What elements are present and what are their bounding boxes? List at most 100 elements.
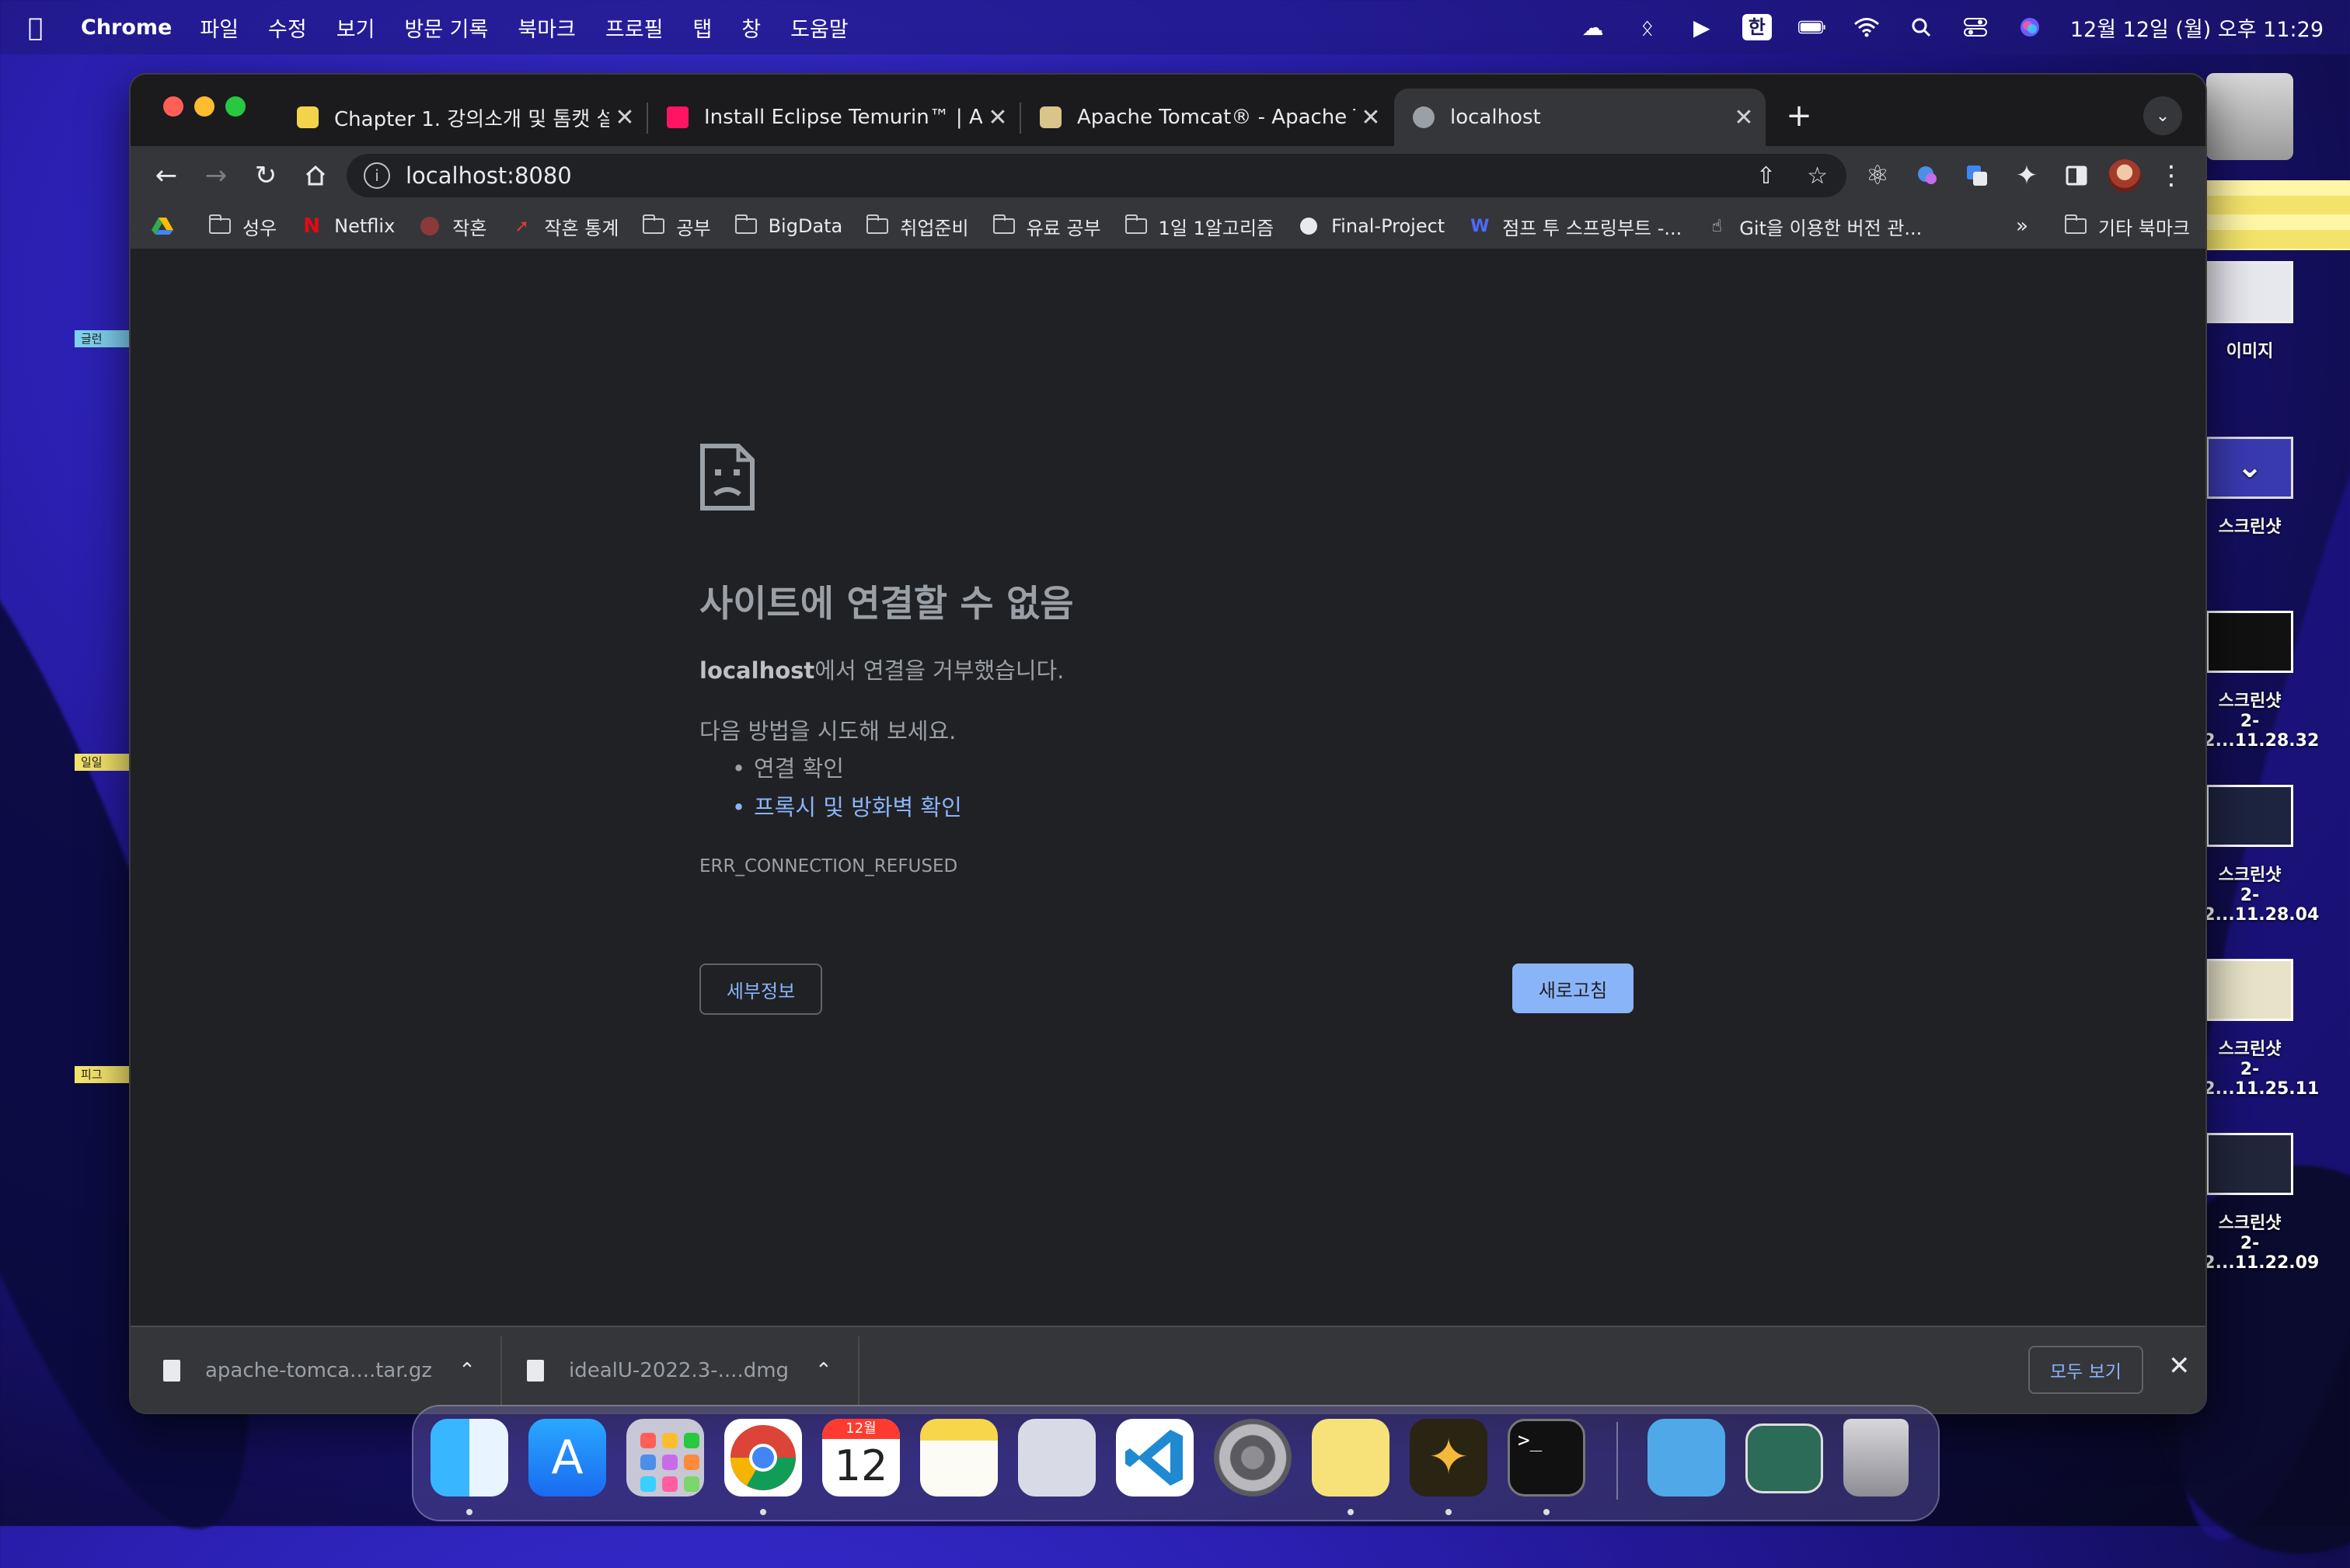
bookmarks-overflow-icon[interactable]: » bbox=[2016, 214, 2028, 238]
preview-icon[interactable] bbox=[1018, 1419, 1096, 1497]
downloads-folder-icon[interactable] bbox=[1647, 1419, 1725, 1497]
minimize-window-button[interactable] bbox=[194, 96, 214, 117]
bookmark-google-drive[interactable] bbox=[151, 217, 185, 235]
reload-button[interactable]: 새로고침 bbox=[1512, 963, 1633, 1013]
close-window-button[interactable] bbox=[163, 96, 183, 117]
close-tab-icon[interactable]: ✕ bbox=[1728, 104, 1759, 131]
notes-icon[interactable] bbox=[920, 1419, 998, 1497]
spotlight-icon[interactable] bbox=[1907, 13, 1935, 41]
translate-extension-icon[interactable] bbox=[1907, 155, 1947, 196]
home-icon[interactable] bbox=[295, 155, 336, 196]
image-thumbnail-icon bbox=[2206, 261, 2293, 323]
bookmark-folder[interactable]: BigData bbox=[734, 214, 842, 237]
bookmark-star-icon[interactable]: ☆ bbox=[1807, 162, 1828, 190]
tab-tomcat[interactable]: Apache Tomcat® - Apache Tomcat ✕ bbox=[1021, 89, 1393, 146]
icloud-icon[interactable]: ☁ bbox=[1579, 13, 1607, 41]
control-center-icon[interactable] bbox=[1961, 13, 1989, 41]
finder-icon[interactable] bbox=[431, 1419, 508, 1497]
menu-tab[interactable]: 탭 bbox=[692, 12, 712, 43]
bookmark-final-project[interactable]: Final-Project bbox=[1297, 215, 1445, 237]
menu-profiles[interactable]: 프로필 bbox=[605, 12, 664, 43]
desktop-screenshot-file[interactable]: 스크린샷 2-12...11.28.04 bbox=[2191, 785, 2319, 925]
app-store-icon[interactable]: A bbox=[528, 1419, 606, 1497]
desktop-screenshot-file[interactable]: 스크린샷 2-12...11.28.32 bbox=[2191, 611, 2319, 751]
screenshot-stack-icon[interactable] bbox=[1745, 1423, 1823, 1493]
chrome-icon[interactable] bbox=[724, 1419, 802, 1497]
menu-file[interactable]: 파일 bbox=[200, 12, 239, 43]
bookmark-folder[interactable]: 취업준비 bbox=[866, 213, 969, 240]
other-bookmarks[interactable]: 기타 북마크 bbox=[2064, 213, 2190, 240]
download-item-idea[interactable]: idealU-2022.3-....dmg ⌃ bbox=[527, 1327, 832, 1413]
profile-avatar[interactable] bbox=[2104, 155, 2145, 196]
close-tab-icon[interactable]: ✕ bbox=[609, 104, 640, 131]
tab-localhost[interactable]: localhost ✕ bbox=[1394, 89, 1766, 146]
siri-icon[interactable] bbox=[2016, 13, 2044, 41]
address-bar[interactable]: i localhost:8080 ⇧ ☆ bbox=[347, 154, 1846, 197]
bookmark-folder[interactable]: 공부 bbox=[642, 213, 711, 240]
wifi-icon[interactable] bbox=[1853, 13, 1881, 41]
butterfly-app-icon[interactable]: ✦ bbox=[1410, 1419, 1487, 1497]
calendar-icon[interactable]: 12월 12 bbox=[822, 1419, 900, 1497]
see-all-downloads-button[interactable]: 모두 보기 bbox=[2028, 1346, 2143, 1394]
desktop-sticky[interactable]: 피그 bbox=[75, 1066, 129, 1083]
input-method-badge[interactable]: 한 bbox=[1742, 14, 1772, 40]
app-menu[interactable]: Chrome bbox=[81, 16, 172, 40]
side-panel-icon[interactable] bbox=[2056, 155, 2097, 196]
details-button[interactable]: 세부정보 bbox=[699, 963, 822, 1015]
chevron-up-icon[interactable]: ⌃ bbox=[815, 1359, 832, 1382]
bookmark-folder[interactable]: 유료 공부 bbox=[992, 213, 1101, 240]
tab-search-chevron-icon[interactable]: ⌄ bbox=[2143, 96, 2182, 135]
battery-icon[interactable] bbox=[1797, 13, 1826, 41]
close-tab-icon[interactable]: ✕ bbox=[1355, 104, 1386, 131]
now-playing-icon[interactable]: ▶ bbox=[1688, 13, 1716, 41]
bookmark-git[interactable]: ☝ Git을 이용한 버전 관... bbox=[1705, 213, 1923, 240]
more-menu-icon[interactable]: ⋮ bbox=[2151, 155, 2191, 196]
chevron-up-icon[interactable]: ⌃ bbox=[458, 1359, 476, 1382]
reload-icon[interactable]: ↻ bbox=[246, 155, 286, 196]
menu-history[interactable]: 방문 기록 bbox=[404, 12, 488, 43]
close-downloads-icon[interactable]: ✕ bbox=[2168, 1350, 2191, 1382]
suggestion-check-proxy-link[interactable]: 프록시 및 방화벽 확인 bbox=[732, 788, 962, 827]
terminal-icon[interactable]: >_ bbox=[1508, 1419, 1585, 1497]
back-arrow-icon[interactable]: ← bbox=[146, 155, 187, 196]
zoom-window-button[interactable] bbox=[225, 96, 246, 117]
desktop-screenshot-file[interactable]: 스크린샷 2-12...11.25.11 bbox=[2191, 959, 2319, 1099]
bookmark-wikidocs[interactable]: W 점프 투 스프링부트 -... bbox=[1468, 213, 1682, 240]
bluetooth-icon[interactable]: ᛟ bbox=[1633, 13, 1661, 41]
share-icon[interactable]: ⇧ bbox=[1756, 162, 1776, 190]
menu-edit[interactable]: 수정 bbox=[268, 12, 307, 43]
menu-window[interactable]: 창 bbox=[741, 12, 761, 43]
desktop-drive[interactable] bbox=[2191, 73, 2308, 160]
stickies-icon[interactable] bbox=[1312, 1419, 1389, 1497]
bookmark-mahjong[interactable]: 작혼 bbox=[418, 213, 486, 240]
error-page: 사이트에 연결할 수 없음 localhost에서 연결을 거부했습니다. 다음… bbox=[131, 250, 2205, 1326]
menu-view[interactable]: 보기 bbox=[336, 12, 375, 43]
desktop-folder-screenshots[interactable]: ⌄ 스크린샷 bbox=[2191, 437, 2308, 538]
forward-arrow-icon[interactable]: → bbox=[196, 155, 236, 196]
desktop-screenshot-file[interactable]: 스크린샷 2-12...11.22.09 bbox=[2191, 1133, 2319, 1273]
tab-chapter1[interactable]: Chapter 1. 강의소개 및 톰캣 설치 ✕ bbox=[278, 89, 647, 146]
bookmark-mahjong-stats[interactable]: ➚ 작혼 통계 bbox=[510, 213, 619, 240]
menu-bookmarks[interactable]: 북마크 bbox=[518, 12, 576, 43]
desktop-sticky[interactable]: 일일 bbox=[75, 754, 129, 771]
menu-clock[interactable]: 12월 12일 (월) 오후 11:29 bbox=[2070, 12, 2324, 43]
launchpad-icon[interactable] bbox=[626, 1419, 704, 1497]
apple-menu-icon[interactable]:  bbox=[28, 12, 59, 42]
system-settings-icon[interactable] bbox=[1214, 1419, 1292, 1497]
bookmark-netflix[interactable]: N Netflix bbox=[300, 214, 395, 238]
menu-help[interactable]: 도움말 bbox=[790, 12, 849, 43]
vscode-icon[interactable] bbox=[1116, 1419, 1194, 1497]
desktop-folder-images[interactable]: 이미지 bbox=[2191, 261, 2308, 362]
close-tab-icon[interactable]: ✕ bbox=[982, 104, 1013, 131]
bookmark-folder[interactable]: 1일 1알고리즘 bbox=[1124, 213, 1274, 240]
site-info-icon[interactable]: i bbox=[364, 162, 390, 189]
trash-icon[interactable] bbox=[1843, 1419, 1909, 1497]
extensions-puzzle-icon[interactable]: ✦ bbox=[2007, 155, 2047, 196]
google-translate-icon[interactable] bbox=[1957, 155, 1997, 196]
new-tab-button[interactable]: + bbox=[1780, 96, 1818, 135]
download-item-tomcat[interactable]: apache-tomca....tar.gz ⌃ bbox=[163, 1327, 476, 1413]
desktop-sticky[interactable]: 글런 bbox=[75, 330, 129, 347]
react-devtools-icon[interactable]: ⚛ bbox=[1857, 155, 1898, 196]
bookmark-folder[interactable]: 성우 bbox=[208, 213, 277, 240]
tab-adoptium[interactable]: Install Eclipse Temurin™ | Adoptium ✕ bbox=[648, 89, 1020, 146]
